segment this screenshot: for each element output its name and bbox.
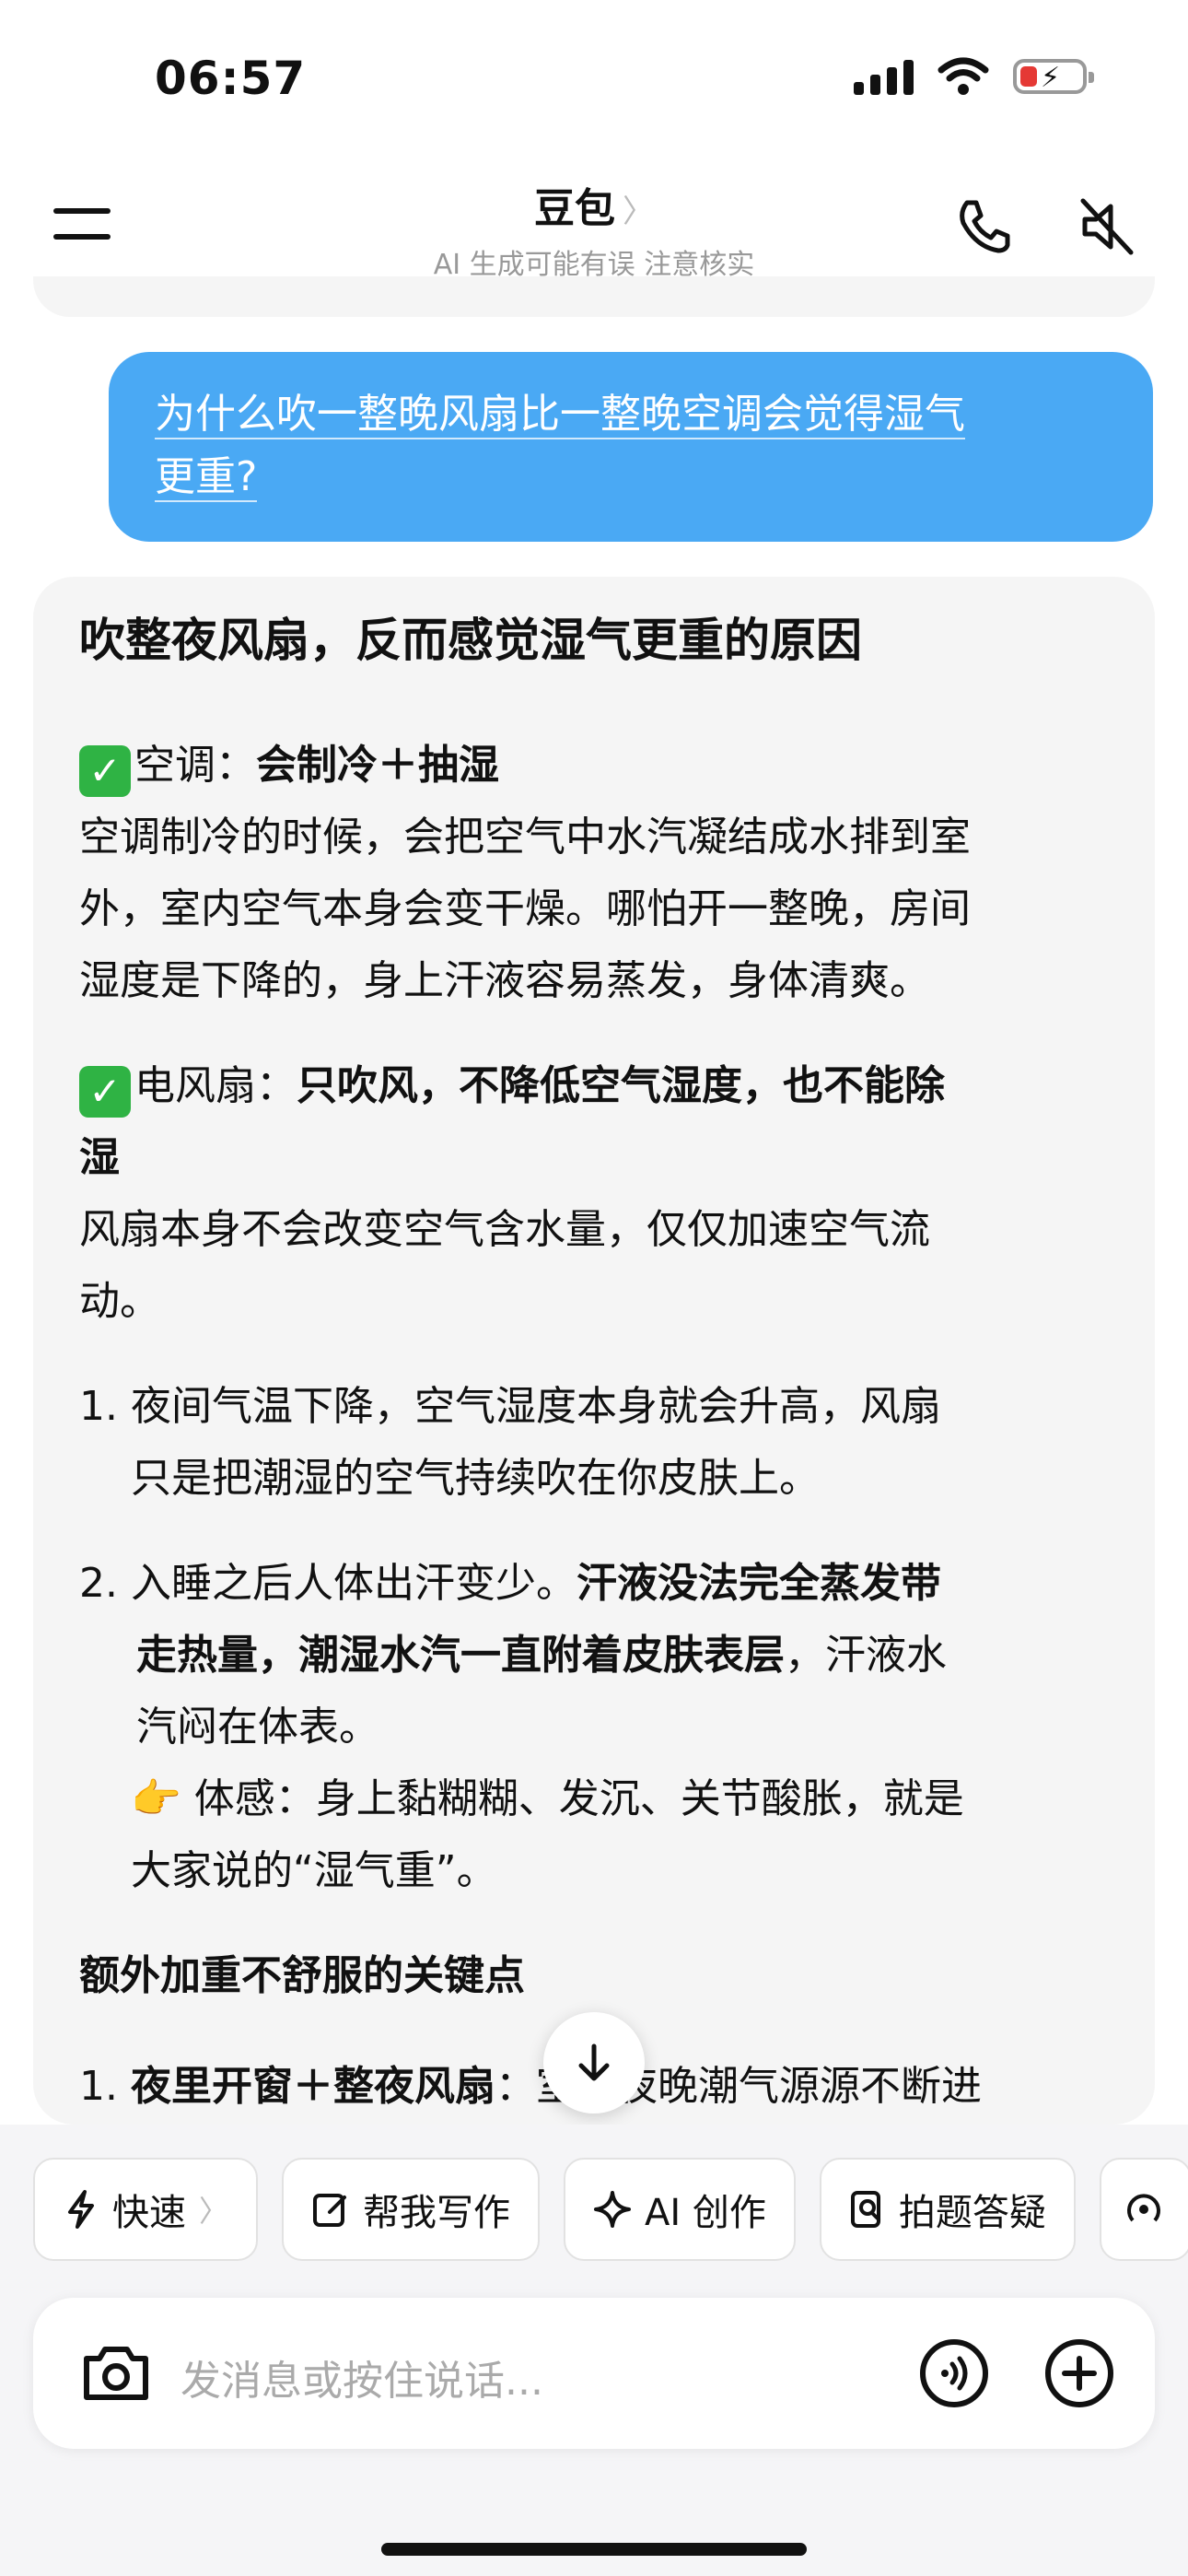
home-indicator[interactable] xyxy=(381,2543,807,2556)
list-item-bold: 夜里开窗＋整夜风扇 xyxy=(131,2063,495,2110)
list-item: 1. 夜间气温下降，空气湿度本身就会升高，风扇 xyxy=(79,1371,941,1443)
edit-icon xyxy=(313,2194,347,2227)
chip-photo-question[interactable]: 拍题答疑 xyxy=(819,2158,1076,2261)
list-item-text: 汽闷在体表。 xyxy=(136,1704,379,1751)
checkmark-icon: ✓ xyxy=(79,745,131,797)
ac-label: 空调： xyxy=(134,742,256,789)
answer-heading: 吹整夜风扇，反而感觉湿气更重的原因 xyxy=(79,614,862,667)
camera-icon[interactable] xyxy=(79,2338,153,2408)
list-item-bold: 走热量，潮湿水汽一直附着皮肤表层 xyxy=(136,1632,785,1679)
list-item: 2. 入睡之后人体出汗变少。汗液没法完全蒸发带 xyxy=(79,1548,941,1620)
phone-call-icon[interactable] xyxy=(950,193,1017,260)
status-icons: ⚡ xyxy=(854,57,1094,96)
voice-call-icon[interactable] xyxy=(917,2336,991,2410)
list-item-text: 入睡之后人体出汗变少。 xyxy=(131,1560,577,1607)
feel-text: 体感：身上黏糊糊、发沉、关节酸胀，就是 xyxy=(193,1775,964,1822)
extra-heading: 额外加重不舒服的关键点 xyxy=(79,1952,525,1999)
chip-fast[interactable]: 快速 〉 xyxy=(33,2158,259,2261)
plus-icon[interactable] xyxy=(1042,2336,1116,2410)
list-item-text: 夜间气温下降，空气湿度本身就会升高，风扇 xyxy=(131,1383,941,1430)
chevron-right-icon: 〉 xyxy=(623,193,654,230)
arrow-down-icon xyxy=(578,2043,610,2081)
quick-action-chips: 快速 〉 帮我写作 AI 创作 拍题答疑 xyxy=(33,2158,1188,2261)
ai-answer-card: 吹整夜风扇，反而感觉湿气更重的原因 ✓ 空调：会制冷＋抽湿 空调制冷的时候，会把空… xyxy=(33,577,1155,2125)
chip-label: AI 创作 xyxy=(645,2192,766,2234)
message-input[interactable]: 发消息或按住说话... xyxy=(181,2348,543,2406)
list-number: 1. xyxy=(79,1383,118,1430)
ac-text-line: 外，室内空气本身会变干燥。哪怕开一整晚，房间 xyxy=(79,885,971,932)
user-message-bubble[interactable]: 为什么吹一整晚风扇比一整晚空调会觉得湿气 更重? xyxy=(109,352,1153,542)
fan-bold-continued: 湿 xyxy=(79,1134,120,1181)
scroll-to-bottom-button[interactable] xyxy=(543,2012,645,2113)
list-item: 1. 夜里开窗＋整夜风扇：室外夜晚潮气源源不断进 xyxy=(79,2051,982,2123)
fan-point: ✓ 电风扇：只吹风，不降低空气湿度，也不能除 xyxy=(79,1050,945,1122)
chip-ai-create[interactable]: AI 创作 xyxy=(564,2158,796,2261)
chip-more[interactable] xyxy=(1099,2158,1188,2261)
fan-text-line: 动。 xyxy=(79,1278,160,1325)
ac-point: ✓ 空调：会制冷＋抽湿 xyxy=(79,730,499,802)
scan-question-icon xyxy=(850,2191,880,2228)
chevron-right-icon: 〉 xyxy=(199,2194,229,2229)
cellular-signal-icon xyxy=(854,58,914,95)
previous-message-edge xyxy=(33,276,1155,317)
pointing-hand-icon: 👉 xyxy=(131,1775,181,1822)
sparkle-icon xyxy=(594,2191,632,2228)
list-item-text: 只是把潮湿的空气持续吹在你皮肤上。 xyxy=(131,1455,820,1502)
feel-text: 大家说的“湿气重”。 xyxy=(131,1847,497,1894)
fan-label: 电风扇： xyxy=(134,1062,297,1109)
list-number: 2. xyxy=(79,1560,118,1607)
ac-text-line: 空调制冷的时候，会把空气中水汽凝结成水排到室 xyxy=(79,814,971,861)
list-item-text: ，汗液水 xyxy=(785,1632,947,1679)
battery-icon: ⚡ xyxy=(1013,59,1094,94)
chip-label: 快速 xyxy=(112,2192,186,2234)
user-message-line: 更重? xyxy=(155,453,258,502)
ac-bold: 会制冷＋抽湿 xyxy=(256,742,499,789)
feel-line: 👉 体感：身上黏糊糊、发沉、关节酸胀，就是 xyxy=(131,1763,964,1835)
chip-write[interactable]: 帮我写作 xyxy=(282,2158,541,2261)
checkmark-icon: ✓ xyxy=(79,1066,131,1118)
speaker-muted-icon[interactable] xyxy=(1074,193,1140,260)
chip-label: 拍题答疑 xyxy=(898,2192,1046,2234)
fan-bold: 只吹风，不降低空气湿度，也不能除 xyxy=(297,1062,945,1109)
ac-text-line: 湿度是下降的，身上汗液容易蒸发，身体清爽。 xyxy=(79,957,930,1004)
chip-label: 帮我写作 xyxy=(363,2192,511,2234)
user-message-line: 为什么吹一整晚风扇比一整晚空调会觉得湿气 xyxy=(155,391,965,439)
wifi-icon xyxy=(938,57,989,95)
broadcast-icon xyxy=(1126,2194,1160,2222)
lightning-icon xyxy=(68,2190,94,2229)
chat-title: 豆包 xyxy=(534,185,615,232)
list-item-line: 走热量，潮湿水汽一直附着皮肤表层，汗液水 xyxy=(136,1620,947,1692)
list-number: 1. xyxy=(79,2063,118,2110)
fan-text-line: 风扇本身不会改变空气含水量，仅仅加速空气流 xyxy=(79,1206,930,1253)
status-time: 06:57 xyxy=(155,52,307,105)
message-input-bar: 发消息或按住说话... xyxy=(33,2298,1155,2449)
list-item-bold: 汗液没法完全蒸发带 xyxy=(577,1560,941,1607)
